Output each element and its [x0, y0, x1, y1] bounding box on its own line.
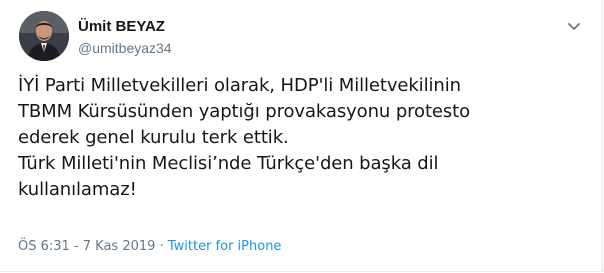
- tweet-text-line: Türk Milleti'nin Meclisi’nde Türkçe'den …: [18, 153, 439, 174]
- author-display-name[interactable]: Ümit BEYAZ: [78, 18, 165, 36]
- avatar[interactable]: [19, 11, 69, 61]
- meta-separator: ·: [159, 239, 164, 254]
- avatar-image: [19, 11, 69, 61]
- tweet-text-line: TBMM Kürsüsünden yaptığı provakasyonu pr…: [18, 101, 471, 122]
- chevron-down-icon[interactable]: [564, 16, 584, 36]
- tweet-text-line: kullanılamaz!: [18, 179, 137, 200]
- tweet-timestamp[interactable]: ÖS 6:31 - 7 Kas 2019: [18, 239, 155, 254]
- tweet-card: Ümit BEYAZ @umitbeyaz34 İYİ Parti Millet…: [0, 0, 603, 272]
- tweet-text-line: ederek genel kurulu terk ettik.: [18, 127, 289, 148]
- tweet-meta: ÖS 6:31 - 7 Kas 2019 · Twitter for iPhon…: [18, 238, 281, 256]
- tweet-text-line: İYİ Parti Milletvekilleri olarak, HDP'li…: [18, 75, 461, 96]
- tweet-text: İYİ Parti Milletvekilleri olarak, HDP'li…: [18, 73, 588, 203]
- author-handle[interactable]: @umitbeyaz34: [78, 39, 172, 57]
- tweet-source-link[interactable]: Twitter for iPhone: [168, 239, 282, 254]
